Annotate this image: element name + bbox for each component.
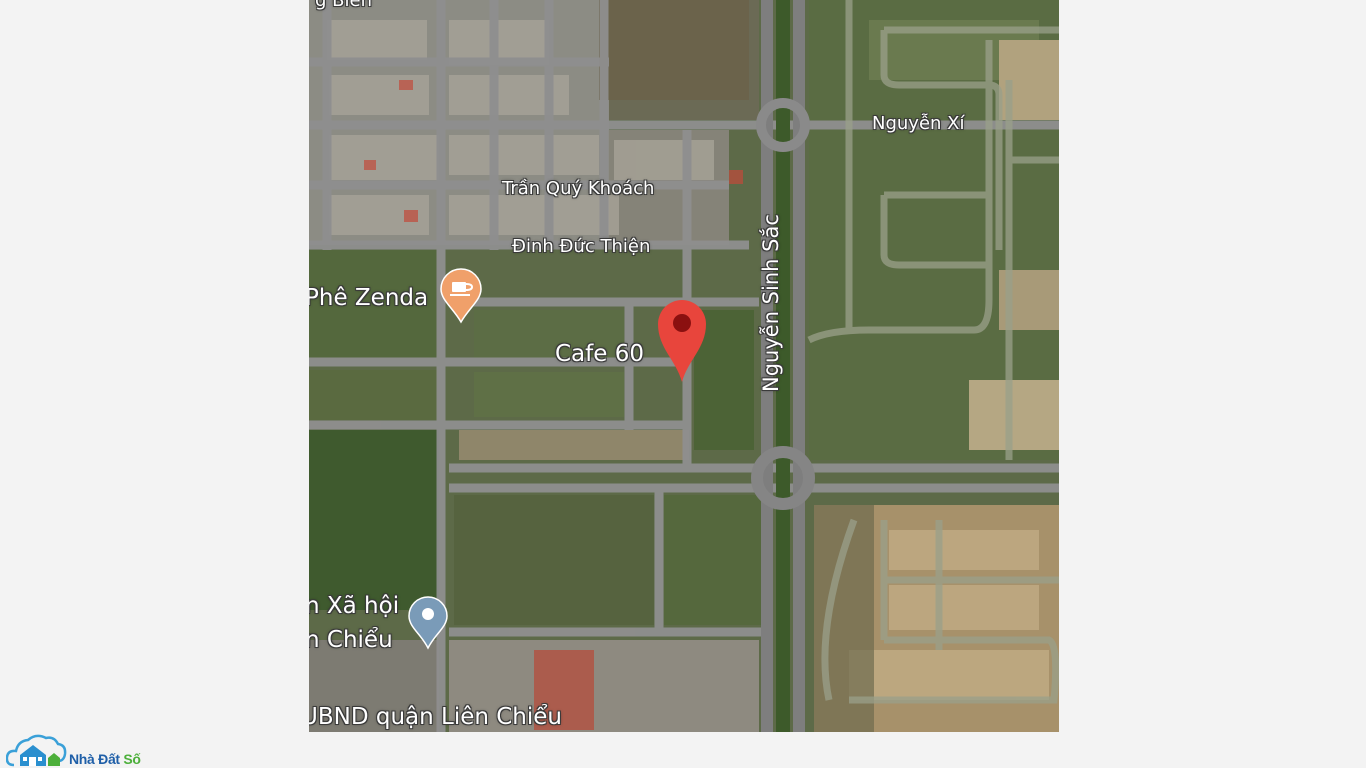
- selected-location-pin-icon[interactable]: [656, 298, 708, 384]
- logo-text-main: Nhà Đất: [69, 751, 124, 767]
- place-marker-icon[interactable]: [407, 596, 449, 650]
- poi-label-cafe-60[interactable]: Cafe 60: [555, 341, 644, 367]
- logo-text: Nhà Đất Số: [69, 751, 141, 767]
- coffee-cup-icon[interactable]: [439, 268, 483, 324]
- street-label-tran-quy-khoach: Trần Quý Khoách: [502, 178, 655, 199]
- poi-label-xa-hoi-line1[interactable]: n Xã hội: [309, 593, 399, 619]
- street-label-nguyen-sinh-sac: Nguyễn Sinh Sắc: [759, 214, 783, 392]
- street-label-nguyen-xi: Nguyễn Xí: [872, 113, 965, 134]
- street-label-dinh-duc-thien: Đinh Đức Thiện: [512, 236, 651, 257]
- poi-label-xa-hoi-line2[interactable]: n Chiểu: [309, 627, 393, 653]
- page: g Biên Nguyễn Xí Trần Quý Khoách Đinh Đứ…: [0, 0, 1366, 768]
- satellite-map[interactable]: g Biên Nguyễn Xí Trần Quý Khoách Đinh Đứ…: [309, 0, 1059, 732]
- poi-label-ubnd[interactable]: UBND quận Liên Chiểu: [309, 704, 562, 730]
- nha-dat-so-logo: Nhà Đất Số: [6, 733, 166, 768]
- street-label-top: g Biên: [315, 0, 372, 11]
- logo-text-accent: Số: [123, 751, 141, 767]
- poi-label-cafe-zenda[interactable]: Phê Zenda: [309, 285, 428, 311]
- house-cloud-icon: [6, 734, 67, 767]
